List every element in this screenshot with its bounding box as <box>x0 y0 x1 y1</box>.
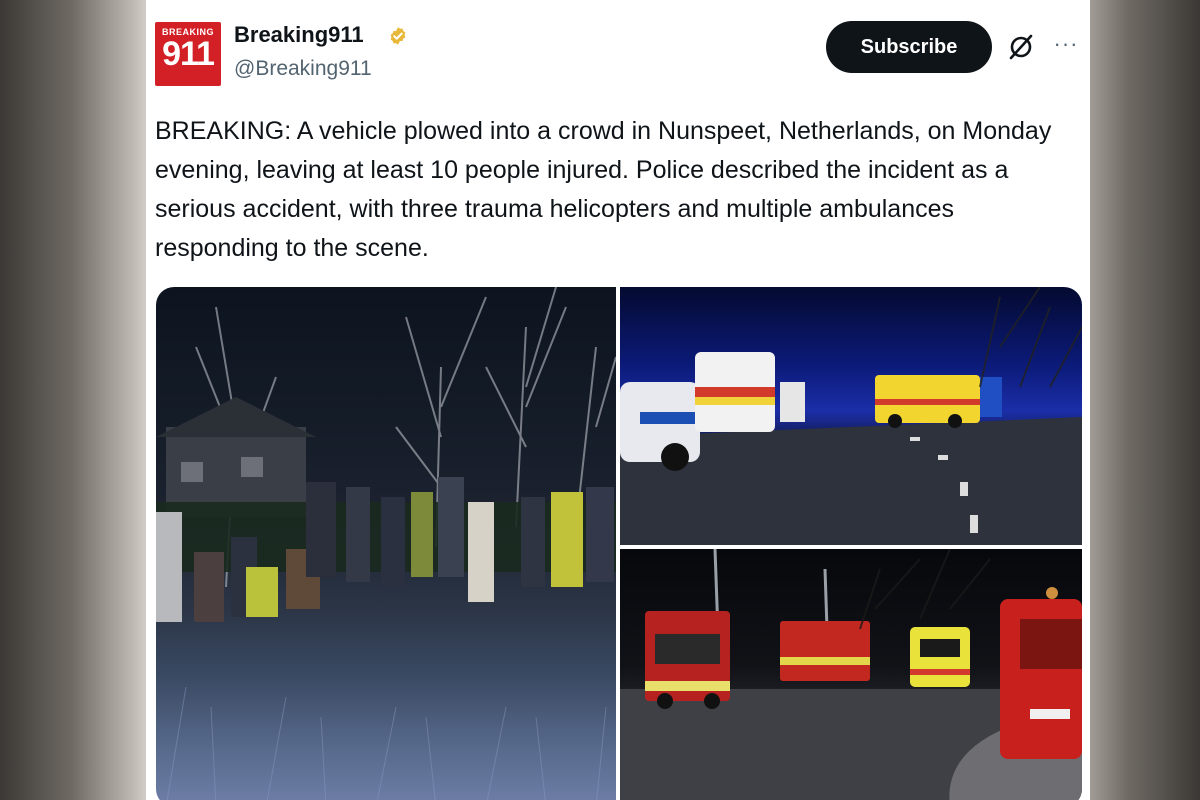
photo-fire-trucks-intersection[interactable] <box>620 549 1082 800</box>
grok-icon[interactable] <box>1006 32 1036 62</box>
account-handle[interactable]: @Breaking911 <box>234 57 372 81</box>
fire-trucks-graphic <box>620 549 1082 800</box>
media-grid <box>156 287 1082 800</box>
logo-number: 911 <box>162 35 215 73</box>
account-avatar[interactable]: BREAKING 911 <box>155 22 221 86</box>
verified-badge-icon <box>390 27 406 45</box>
photo-rescuers-field[interactable] <box>156 287 616 800</box>
ambulance-road-graphic <box>620 287 1082 545</box>
subscribe-button[interactable]: Subscribe <box>826 21 992 73</box>
rescuers-scene-graphic <box>156 287 616 800</box>
photo-ambulances-road[interactable] <box>620 287 1082 545</box>
tweet-text: BREAKING: A vehicle plowed into a crowd … <box>155 117 1052 262</box>
more-options-icon[interactable]: ··· <box>1051 30 1081 60</box>
tweet-card: BREAKING 911 Breaking911 @Breaking911 Su… <box>146 0 1090 800</box>
display-name[interactable]: Breaking911 <box>234 22 364 48</box>
